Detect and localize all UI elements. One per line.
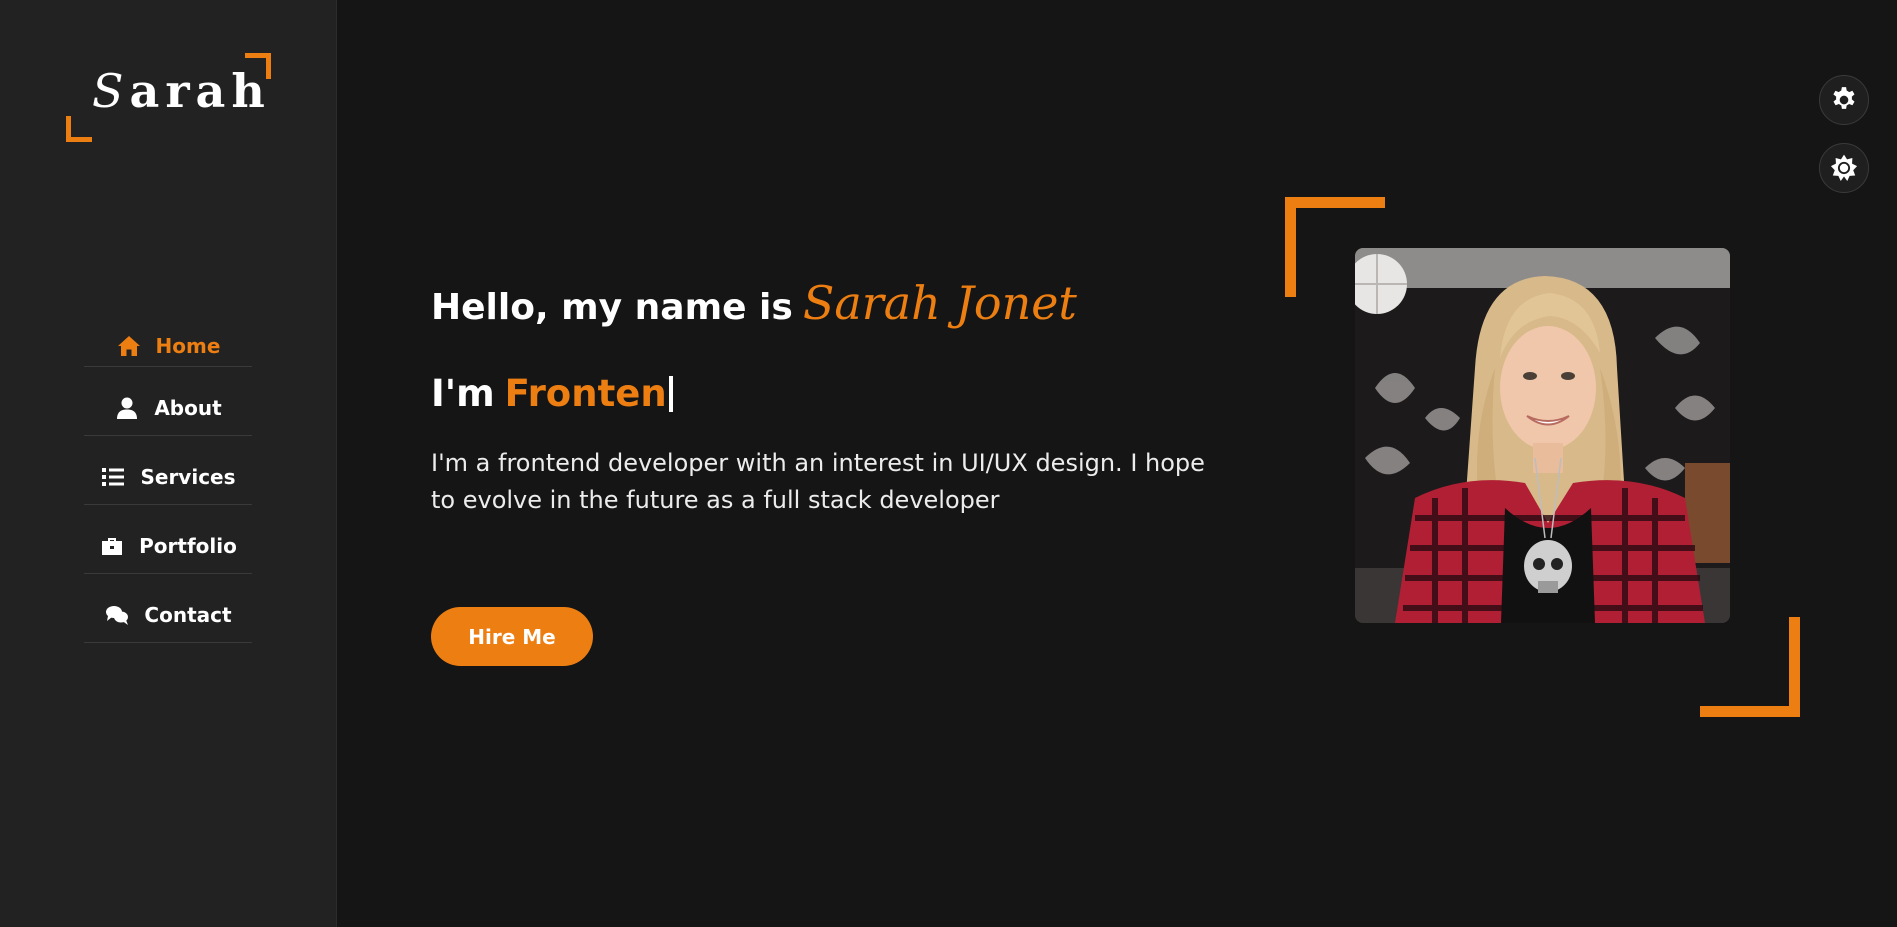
sun-icon <box>1830 154 1858 181</box>
settings-button[interactable] <box>1819 75 1869 125</box>
nav-item-home[interactable]: Home <box>84 325 252 367</box>
role-heading: I'm Fronten <box>431 372 673 415</box>
home-icon <box>116 335 142 357</box>
logo-text: Sarah <box>92 68 271 114</box>
list-icon <box>100 466 126 488</box>
nav-item-label: Services <box>140 465 236 489</box>
nav-menu: Home About Services Portfolio Contact <box>84 325 252 643</box>
nav-item-portfolio[interactable]: Portfolio <box>84 505 252 574</box>
nav-item-about[interactable]: About <box>84 367 252 436</box>
profile-photo <box>1355 248 1730 623</box>
profile-photo-illustration <box>1355 248 1730 623</box>
greeting-prefix: Hello, my name is <box>431 287 793 328</box>
nav-item-label: Contact <box>144 603 232 627</box>
comments-icon <box>104 604 130 626</box>
owner-name: Sarah Jonet <box>802 276 1077 330</box>
nav-item-label: About <box>154 396 222 420</box>
nav-item-label: Portfolio <box>139 534 237 558</box>
nav-item-label: Home <box>155 333 221 358</box>
theme-toggle-button[interactable] <box>1819 143 1869 193</box>
nav-item-services[interactable]: Services <box>84 436 252 505</box>
gear-icon <box>1833 87 1855 109</box>
typing-cursor <box>668 375 673 412</box>
greeting-heading: Hello, my name is Sarah Jonet <box>431 276 1077 330</box>
logo-rest: arah <box>129 64 271 118</box>
intro-paragraph: I'm a frontend developer with an interes… <box>431 449 1205 514</box>
hire-me-button[interactable]: Hire Me <box>431 607 593 666</box>
user-icon <box>114 397 140 419</box>
briefcase-icon <box>99 535 125 557</box>
logo[interactable]: Sarah <box>66 52 271 142</box>
role-typed-text: Fronten <box>504 372 667 415</box>
logo-initial: S <box>92 64 130 118</box>
nav-item-contact[interactable]: Contact <box>84 574 252 643</box>
logo-corner-bottom-left <box>66 116 92 142</box>
sidebar: Sarah Home About Services Portfolio Cont… <box>0 0 337 927</box>
role-prefix: I'm <box>431 372 495 415</box>
photo-frame-corner-bottom-right <box>1700 617 1800 717</box>
